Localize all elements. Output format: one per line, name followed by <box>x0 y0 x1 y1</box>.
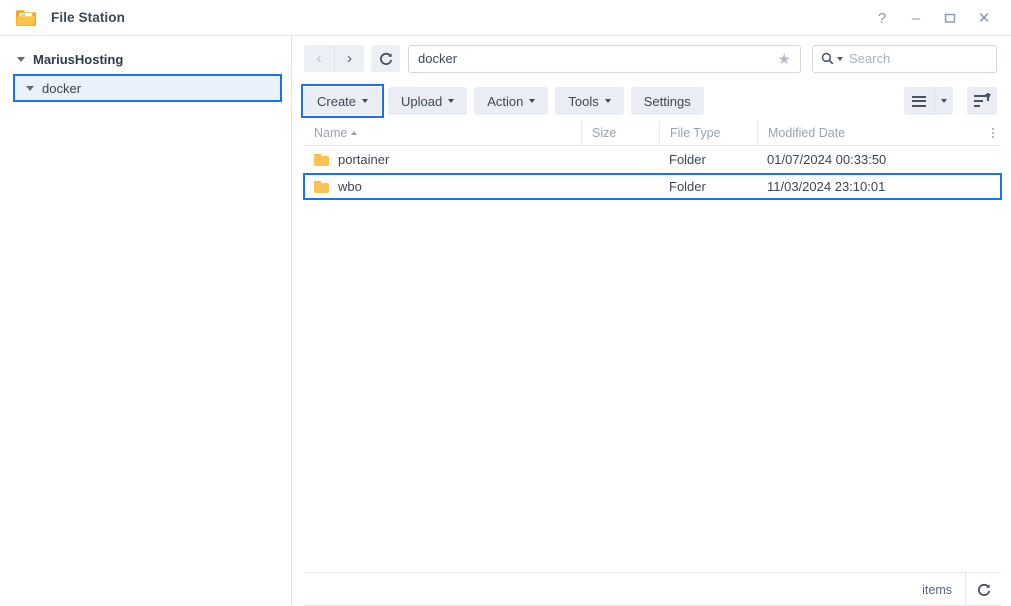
create-button-wrap: Create <box>301 84 385 118</box>
search-icon <box>821 52 834 65</box>
folder-icon <box>314 180 329 193</box>
settings-button[interactable]: Settings <box>630 87 704 115</box>
refresh-icon[interactable] <box>965 572 1001 606</box>
path-input[interactable]: docker ★ <box>408 44 801 73</box>
tools-button-label: Tools <box>568 93 599 109</box>
maximize-icon[interactable] <box>933 3 967 33</box>
table-row[interactable]: wbo Folder 11/03/2024 23:10:01 <box>303 173 1002 200</box>
action-button-label: Action <box>487 93 524 109</box>
path-value: docker <box>418 51 458 66</box>
help-icon[interactable]: ? <box>865 3 899 33</box>
column-header-name[interactable]: Name <box>304 121 581 145</box>
folder-icon <box>15 8 37 27</box>
window-controls: ? – ✕ <box>865 0 1001 36</box>
column-header-file-type[interactable]: File Type <box>659 121 757 145</box>
chevron-down-icon[interactable] <box>934 87 953 115</box>
item-count-label: items <box>922 582 952 597</box>
search-placeholder: Search <box>849 51 891 66</box>
create-button[interactable]: Create <box>304 87 382 115</box>
chevron-down-icon[interactable] <box>26 84 35 93</box>
search-input[interactable]: Search <box>812 44 997 73</box>
table-row[interactable]: portainer Folder 01/07/2024 00:33:50 <box>304 146 1001 173</box>
column-label-size: Size <box>592 126 617 140</box>
tools-button[interactable]: Tools <box>555 87 624 115</box>
refresh-icon[interactable] <box>371 45 400 72</box>
cell-size <box>581 146 659 173</box>
title-bar: File Station ? – ✕ <box>0 0 1011 36</box>
file-name: wbo <box>338 179 362 194</box>
sidebar-item-label: docker <box>42 80 82 96</box>
upload-button-label: Upload <box>401 93 443 109</box>
forward-button[interactable]: › <box>334 45 364 72</box>
chevron-down-icon[interactable] <box>17 55 26 64</box>
cell-name: wbo <box>304 173 581 200</box>
cell-modified-date: 01/07/2024 00:33:50 <box>767 152 887 167</box>
chevron-down-icon <box>448 99 455 103</box>
chevron-down-icon <box>529 99 536 103</box>
chevron-down-icon <box>362 99 369 103</box>
column-label-file-type: File Type <box>670 126 721 140</box>
back-button[interactable]: ‹ <box>304 45 334 72</box>
column-label-name: Name <box>314 126 348 140</box>
upload-button[interactable]: Upload <box>388 87 468 115</box>
column-header-modified-date[interactable]: Modified Date <box>757 121 985 145</box>
file-list-body: portainer Folder 01/07/2024 00:33:50 wbo… <box>303 146 1002 572</box>
nav-button-group: ‹ › <box>304 45 364 72</box>
navigation-toolbar: ‹ › docker ★ Search <box>293 36 1011 81</box>
settings-button-label: Settings <box>643 93 691 109</box>
column-label-modified-date: Modified Date <box>768 126 846 140</box>
sidebar: MariusHosting docker <box>0 36 292 606</box>
cell-file-type: Folder <box>669 179 706 194</box>
action-button[interactable]: Action <box>474 87 549 115</box>
column-options-icon[interactable] <box>985 128 1001 138</box>
sort-ascending-icon <box>351 131 358 135</box>
sidebar-item-docker[interactable]: docker <box>13 74 282 102</box>
sidebar-item-docker-wrap: docker <box>13 74 282 102</box>
cell-size <box>581 173 659 200</box>
cell-name: portainer <box>304 146 581 173</box>
search-scope-caret-icon[interactable] <box>837 56 843 61</box>
action-toolbar: Create Upload Action Tools Settings <box>293 81 1011 121</box>
close-icon[interactable]: ✕ <box>967 3 1001 33</box>
cell-modified-date: 11/03/2024 23:10:01 <box>767 179 886 194</box>
file-station-window: File Station ? – ✕ MariusHosting docker <box>0 0 1011 606</box>
main-panel: ‹ › docker ★ Search Create Upload Action… <box>293 36 1011 606</box>
status-bar: items <box>304 572 1001 606</box>
star-icon[interactable]: ★ <box>778 50 791 68</box>
minimize-icon[interactable]: – <box>899 3 933 33</box>
file-list-header: Name Size File Type Modified Date <box>304 121 1001 146</box>
list-view-icon[interactable] <box>904 87 934 115</box>
create-button-label: Create <box>317 93 357 109</box>
chevron-down-icon <box>604 99 611 103</box>
sidebar-root-label: MariusHosting <box>33 51 124 67</box>
view-mode-group <box>904 87 953 115</box>
window-title: File Station <box>51 10 125 25</box>
folder-icon <box>314 153 329 166</box>
sort-descending-icon[interactable] <box>967 87 997 115</box>
column-header-size[interactable]: Size <box>581 121 659 145</box>
cell-file-type: Folder <box>669 152 706 167</box>
file-name: portainer <box>338 152 390 167</box>
sidebar-item-mariushosting[interactable]: MariusHosting <box>0 49 291 69</box>
